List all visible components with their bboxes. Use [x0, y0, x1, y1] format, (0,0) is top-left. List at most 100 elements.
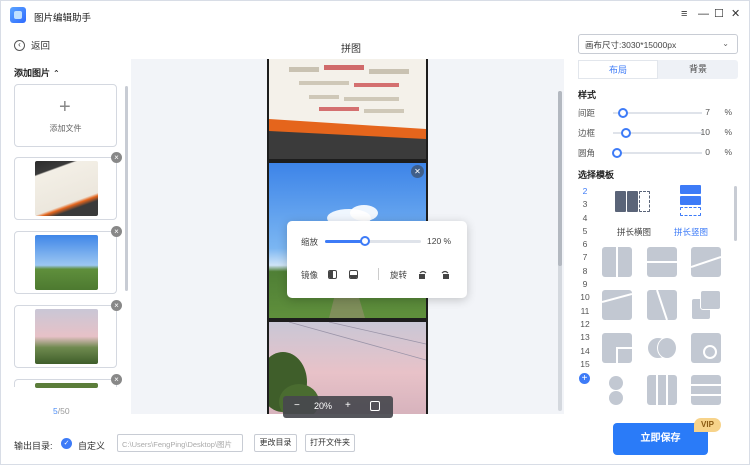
template-count-5[interactable]: 5 [579, 225, 591, 238]
template-count-15[interactable]: 15 [579, 358, 591, 371]
template-3-rows[interactable] [691, 375, 721, 405]
thumbnail-scrollbar[interactable] [125, 86, 128, 291]
plus-icon: + [59, 96, 71, 118]
image-thumbnail[interactable]: × [14, 152, 122, 220]
remove-icon[interactable]: × [111, 152, 122, 163]
open-folder-button[interactable]: 打开文件夹 [305, 434, 355, 452]
flip-vertical-icon[interactable] [349, 270, 358, 279]
menu-icon[interactable]: ≡ [681, 8, 687, 20]
template-2-split-vertical[interactable] [602, 247, 632, 277]
template-3-columns[interactable] [647, 375, 677, 405]
template-count-7[interactable]: 7 [579, 251, 591, 264]
template-count-13[interactable]: 13 [579, 331, 591, 344]
radius-unit: % [724, 147, 732, 157]
template-count-4[interactable]: 4 [579, 212, 591, 225]
remove-icon[interactable]: × [111, 226, 122, 237]
template-count-11[interactable]: 11 [579, 305, 591, 318]
zoom-slider-fill [325, 240, 366, 243]
template-long-horizontal[interactable] [613, 185, 653, 215]
spacing-unit: % [724, 107, 732, 117]
rotate-left-icon[interactable] [418, 270, 428, 280]
mirror-label: 镜像 [301, 270, 319, 280]
image-thumbnail[interactable]: × [14, 374, 122, 388]
add-file-button[interactable]: + 添加文件 [14, 84, 117, 147]
template-scrollbar[interactable] [734, 186, 737, 241]
style-section-title: 样式 [578, 90, 597, 100]
template-2-slant[interactable] [647, 290, 677, 320]
image-thumbnail[interactable]: × [14, 300, 122, 368]
template-2-split-horizontal[interactable] [647, 247, 677, 277]
border-value: 10 [700, 127, 710, 137]
add-images-label: 添加图片 [14, 68, 51, 78]
output-path-field[interactable]: C:\Users\FengPing\Desktop\图片 [117, 434, 243, 452]
image-thumbnail[interactable]: × [14, 226, 122, 294]
thumbnail-image [35, 309, 98, 364]
settings-tabs: 布局 背景 [578, 60, 738, 79]
app-window: 图片编辑助手 ≡ — ☐ ✕ ‹ 返回 拼图 添加图片 ⌃ + 添加文件 × × … [0, 0, 750, 465]
flip-horizontal-icon[interactable] [328, 270, 337, 279]
view-zoom-value: 20% [314, 401, 333, 411]
template-count-2[interactable]: 2 [579, 185, 591, 198]
template-count-6[interactable]: 6 [579, 238, 591, 251]
template-2-dots[interactable] [602, 375, 632, 405]
close-icon[interactable]: ✕ [731, 8, 740, 20]
template-2-circles[interactable] [647, 333, 677, 363]
remove-image-icon[interactable]: ✕ [411, 165, 424, 178]
template-2-overlap[interactable] [691, 290, 721, 320]
template-count-8[interactable]: 8 [579, 265, 591, 278]
spacing-label: 间距 [578, 108, 596, 118]
image-count: 5/50 [53, 406, 70, 416]
change-dir-button[interactable]: 更改目录 [254, 434, 297, 452]
template-count-12[interactable]: 12 [579, 318, 591, 331]
spacing-slider[interactable] [613, 108, 702, 118]
radius-slider-knob[interactable] [612, 148, 622, 158]
remove-icon[interactable]: × [111, 374, 122, 385]
canvas-scrollbar[interactable] [558, 91, 562, 411]
back-label: 返回 [31, 41, 51, 52]
maximize-icon[interactable]: ☐ [714, 8, 724, 20]
fit-screen-icon[interactable] [370, 401, 380, 411]
minimize-icon[interactable]: — [698, 8, 709, 20]
border-slider-row: 边框 10 % [578, 127, 738, 139]
radius-label: 圆角 [578, 148, 596, 158]
zoom-slider-knob[interactable] [360, 236, 371, 246]
template-count-9[interactable]: 9 [579, 278, 591, 291]
zoom-slider[interactable] [325, 236, 421, 246]
spacing-value: 7 [705, 107, 710, 117]
remove-icon[interactable]: × [111, 300, 122, 311]
title-bar: 图片编辑助手 ≡ — ☐ ✕ [1, 1, 749, 29]
template-2-diagonal[interactable] [691, 247, 721, 277]
custom-dir-checkbox[interactable]: ✓ [61, 438, 72, 449]
spacing-slider-knob[interactable] [618, 108, 629, 118]
template-2-diagonal-b[interactable] [602, 290, 632, 320]
template-long-vertical[interactable] [679, 185, 719, 216]
back-button[interactable]: ‹ 返回 [14, 38, 50, 52]
output-dir-label: 输出目录: [14, 441, 53, 451]
canvas-size-select[interactable]: 画布尺寸:3030*15000px ⌄ [578, 34, 738, 54]
radius-slider[interactable] [612, 148, 702, 158]
add-images-toggle[interactable]: 添加图片 ⌃ [14, 66, 60, 79]
border-label: 边框 [578, 128, 596, 138]
template-section-title: 选择模板 [578, 170, 615, 180]
zoom-out-button[interactable]: − [294, 400, 300, 411]
template-2-circle-inset[interactable] [691, 333, 721, 363]
template-2-inset[interactable] [602, 333, 632, 363]
template-count-14[interactable]: 14 [579, 345, 591, 358]
collage-image-1[interactable] [269, 59, 426, 159]
tab-layout[interactable]: 布局 [578, 60, 658, 79]
radius-slider-row: 圆角 0 % [578, 147, 738, 159]
add-file-label: 添加文件 [49, 124, 82, 133]
thumbnail-image [35, 235, 98, 290]
border-slider[interactable] [613, 128, 702, 138]
rotate-right-icon[interactable] [440, 270, 450, 280]
template-count-3[interactable]: 3 [579, 198, 591, 211]
add-template-button[interactable]: + [579, 373, 590, 384]
tab-background[interactable]: 背景 [658, 60, 738, 79]
thumbnail-image [35, 383, 98, 388]
template-count-10[interactable]: 10 [579, 291, 591, 304]
border-slider-knob[interactable] [620, 128, 631, 138]
thumbnail-image [35, 161, 98, 216]
zoom-in-button[interactable]: + [345, 400, 351, 411]
template-count-list: 2 3 4 5 6 7 8 9 10 11 12 13 14 15 [579, 185, 591, 371]
template-long-horizontal-label: 拼长横图 [617, 227, 652, 237]
